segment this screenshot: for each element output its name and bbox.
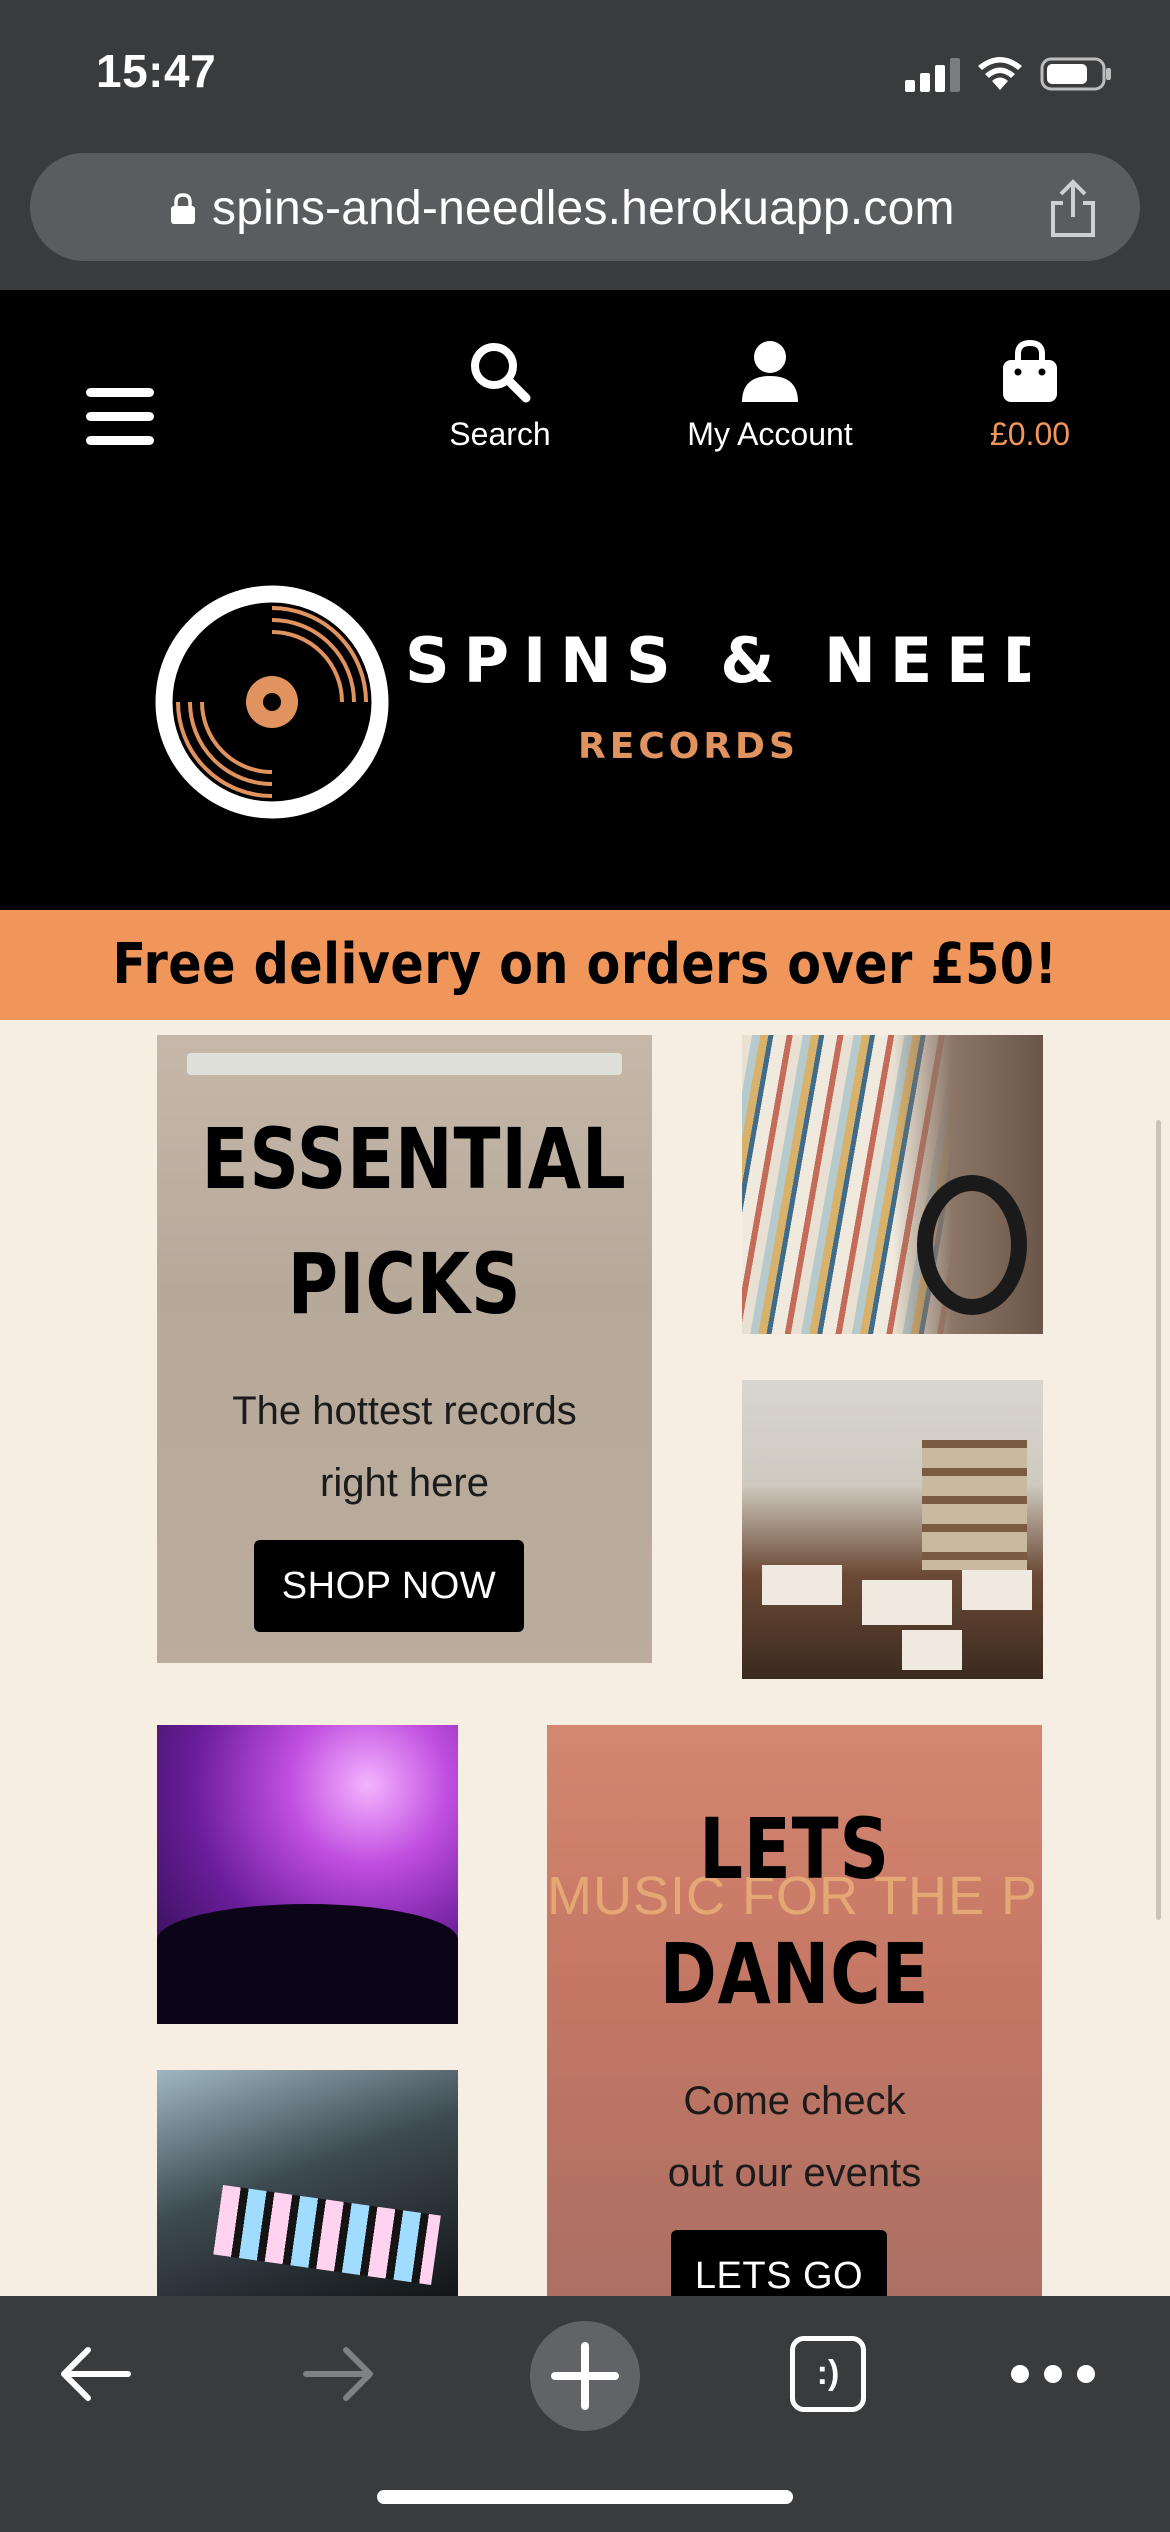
site-logo[interactable]: SPINS & NEEDLES RECORDS: [150, 580, 1030, 825]
tabs-icon[interactable]: :): [790, 2336, 866, 2412]
dance-title-line1: LETS: [699, 1800, 890, 1898]
dance-subtitle-line1: Come check: [683, 2079, 906, 2123]
new-tab-icon: [551, 2342, 619, 2410]
battery-icon: [1040, 57, 1111, 91]
svg-text:RECORDS: RECORDS: [578, 726, 799, 767]
nav-cart[interactable]: £0.00: [960, 340, 1100, 453]
scroll-indicator: [1156, 1120, 1161, 1920]
cart-total: £0.00: [989, 416, 1071, 452]
party-crowd-image: [157, 1725, 458, 2024]
address-bar[interactable]: spins-and-needles.herokuapp.com: [30, 153, 1140, 261]
nav-search[interactable]: Search: [430, 340, 570, 453]
nav-account-label: My Account: [687, 416, 853, 452]
lets-dance-tile[interactable]: MUSIC FOR THE PEOPLE LETS DANCE Come che…: [547, 1725, 1042, 2296]
promo-banner-text: Free delivery on orders over £50!: [112, 932, 1058, 997]
forward-icon[interactable]: [300, 2336, 376, 2412]
status-time: 15:47: [96, 45, 217, 97]
bag-icon: [1003, 340, 1057, 402]
headphones-graphic: [917, 1175, 1027, 1315]
essential-subtitle-line1: The hottest records: [232, 1389, 577, 1433]
lock-icon: [171, 193, 195, 224]
dance-title-line2: DANCE: [659, 1925, 930, 2023]
essential-title-line1: ESSENTIAL: [201, 1110, 627, 1208]
share-icon[interactable]: [1045, 179, 1101, 239]
url-text: spins-and-needles.herokuapp.com: [212, 182, 955, 235]
shop-now-button[interactable]: SHOP NOW: [254, 1540, 524, 1632]
essential-title-line2: PICKS: [287, 1235, 522, 1333]
site-header: Search My Account £0.00 SPINS & NEEDLES …: [0, 290, 1170, 910]
essential-picks-tile[interactable]: ESSENTIAL PICKS The hottest records righ…: [157, 1035, 652, 1663]
record-shop-image: [742, 1380, 1043, 1679]
svg-text:SPINS & NEEDLES: SPINS & NEEDLES: [405, 624, 1030, 697]
nav-search-label: Search: [449, 416, 551, 452]
promo-banner: Free delivery on orders over £50!: [0, 910, 1170, 1020]
status-bar: 15:47: [0, 0, 1170, 140]
cellular-signal-icon: [905, 58, 960, 92]
nav-my-account[interactable]: My Account: [670, 340, 870, 453]
dance-subtitle-line2: out our events: [667, 2151, 922, 2195]
records-headphones-image: [742, 1035, 1043, 1334]
wifi-icon: [978, 57, 1022, 90]
lets-go-button[interactable]: LETS GO: [671, 2230, 887, 2296]
account-icon: [742, 341, 798, 402]
browser-url-area: spins-and-needles.herokuapp.com: [0, 140, 1170, 290]
more-icon[interactable]: [1010, 2356, 1096, 2392]
back-icon[interactable]: [58, 2336, 134, 2412]
search-icon: [471, 343, 531, 403]
new-tab-button[interactable]: [530, 2321, 640, 2431]
dj-controller-image: [157, 2070, 458, 2296]
essential-subtitle-line2: right here: [320, 1461, 489, 1505]
menu-icon[interactable]: [86, 388, 154, 446]
home-indicator: [377, 2490, 793, 2504]
